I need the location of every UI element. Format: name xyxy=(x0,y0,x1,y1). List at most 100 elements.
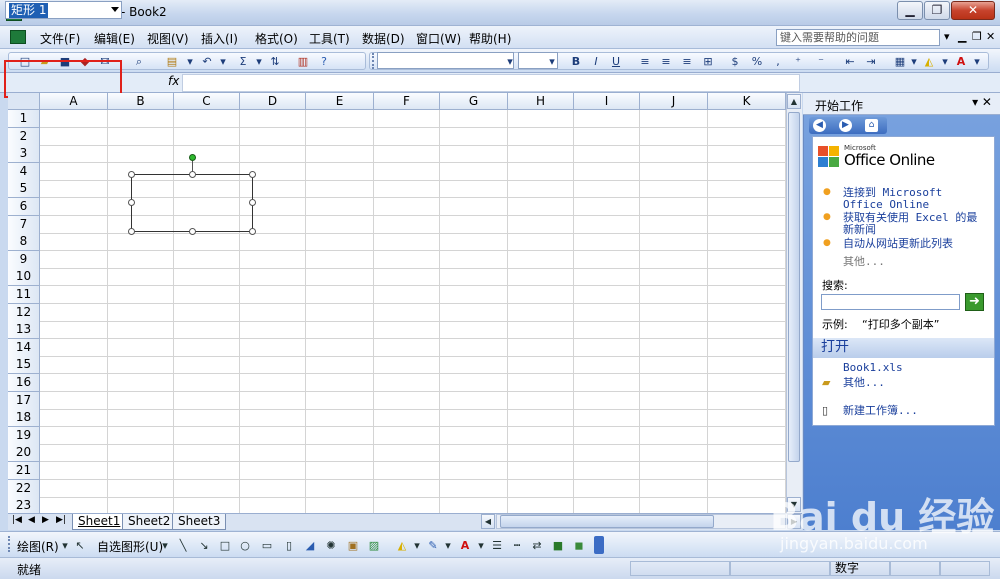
font-color-dropdown-icon[interactable]: ▾ xyxy=(970,55,984,69)
percent-icon[interactable]: % xyxy=(750,55,764,69)
font-name-dropdown-icon[interactable]: ▾ xyxy=(503,55,517,69)
forward-icon[interactable]: ▶ xyxy=(839,119,852,132)
oval-icon[interactable]: ○ xyxy=(238,539,252,552)
row-header[interactable]: 3 xyxy=(8,145,40,164)
3d-style-icon[interactable]: ◼ xyxy=(572,539,586,552)
workbook-icon[interactable] xyxy=(10,30,26,44)
row-header[interactable]: 14 xyxy=(8,338,40,357)
decrease-decimal-icon[interactable]: ⁻ xyxy=(814,55,828,69)
line-style-icon[interactable]: ☰ xyxy=(490,539,504,552)
first-sheet-icon[interactable]: |◀ xyxy=(12,515,22,525)
toolbar-grip[interactable] xyxy=(8,536,12,552)
worksheet-grid[interactable]: A B C D E F G H I J K 1 2 3 4 5 6 7 8 9 10 11 12 13 14 15 16 17 18 19… xyxy=(8,93,786,513)
menu-edit[interactable]: 编辑(E) xyxy=(94,30,135,47)
currency-icon[interactable]: $ xyxy=(728,55,742,69)
back-icon[interactable]: ◀ xyxy=(813,119,826,132)
resize-handle[interactable] xyxy=(189,228,196,235)
tab-sheet2[interactable]: Sheet2 xyxy=(122,514,177,530)
home-icon[interactable]: ⌂ xyxy=(865,119,878,132)
name-box[interactable]: 矩形 1 xyxy=(5,1,122,19)
menu-insert[interactable]: 插入(I) xyxy=(201,30,238,47)
increase-indent-icon[interactable]: ⇥ xyxy=(864,55,878,69)
align-right-icon[interactable]: ≡ xyxy=(680,55,694,69)
column-header[interactable]: H xyxy=(508,93,574,110)
task-pane-menu-icon[interactable]: ▾ ✕ xyxy=(972,95,992,109)
select-all-corner[interactable] xyxy=(8,93,40,110)
column-header[interactable]: D xyxy=(240,93,306,110)
row-header[interactable]: 11 xyxy=(8,286,40,304)
sort-ascending-icon[interactable]: ⇅ xyxy=(268,55,282,69)
column-header[interactable]: C xyxy=(174,93,240,110)
row-header[interactable]: 19 xyxy=(8,426,40,445)
resize-handle[interactable] xyxy=(249,199,256,206)
fill-color-icon[interactable]: ◭ xyxy=(395,539,409,552)
new-workbook-link[interactable]: 新建工作簿... xyxy=(843,405,918,417)
recent-file-link[interactable]: Book1.xls xyxy=(843,362,903,374)
row-header[interactable]: 16 xyxy=(8,374,40,392)
row-header[interactable]: 23 xyxy=(8,497,40,513)
shadow-style-icon[interactable]: ■ xyxy=(551,539,565,552)
diagram-icon[interactable]: ✺ xyxy=(324,539,338,552)
resize-handle[interactable] xyxy=(189,171,196,178)
increase-decimal-icon[interactable]: ⁺ xyxy=(791,55,805,69)
borders-icon[interactable]: ▦ xyxy=(893,55,907,69)
autosum-dropdown-icon[interactable]: ▾ xyxy=(252,55,266,69)
line-color-icon[interactable]: ✎ xyxy=(426,539,440,552)
undo-dropdown-icon[interactable]: ▾ xyxy=(216,55,230,69)
undo-icon[interactable]: ↶ xyxy=(200,55,214,69)
dash-style-icon[interactable]: ┅ xyxy=(510,539,524,552)
arrow-icon[interactable]: ↘ xyxy=(197,539,211,552)
insert-function-icon[interactable]: fx xyxy=(168,74,179,88)
menu-data[interactable]: 数据(D) xyxy=(362,30,405,47)
column-header[interactable]: B xyxy=(108,93,174,110)
arrow-style-icon[interactable]: ⇄ xyxy=(530,539,544,552)
doc-minimize-button[interactable]: ▁ xyxy=(958,30,966,43)
resize-handle[interactable] xyxy=(128,171,135,178)
office-online-logo[interactable]: Microsoft Office Online xyxy=(818,144,935,174)
resize-handle[interactable] xyxy=(249,171,256,178)
menu-tools[interactable]: 工具(T) xyxy=(309,30,350,47)
restore-button[interactable]: ❐ xyxy=(924,1,950,20)
horizontal-scroll-thumb[interactable] xyxy=(500,515,714,528)
search-input[interactable] xyxy=(821,294,960,310)
tab-sheet1[interactable]: Sheet1 xyxy=(72,514,127,530)
font-color-dropdown-icon[interactable]: ▾ xyxy=(474,539,488,552)
column-header[interactable]: F xyxy=(374,93,440,110)
tab-sheet3[interactable]: Sheet3 xyxy=(172,514,227,530)
fill-color-dropdown-icon[interactable]: ▾ xyxy=(938,55,952,69)
line-color-dropdown-icon[interactable]: ▾ xyxy=(441,539,455,552)
wordart-icon[interactable]: ◢ xyxy=(303,539,317,552)
row-header[interactable]: 18 xyxy=(8,409,40,428)
help-search-input[interactable]: 键入需要帮助的问题 xyxy=(776,29,940,46)
help-icon[interactable]: ? xyxy=(317,55,331,69)
decrease-indent-icon[interactable]: ⇤ xyxy=(843,55,857,69)
align-center-icon[interactable]: ≡ xyxy=(659,55,673,69)
last-sheet-icon[interactable]: ▶| xyxy=(56,515,66,525)
open-more-link[interactable]: 其他... xyxy=(843,377,885,389)
draw-menu[interactable]: 绘图(R) xyxy=(17,538,59,555)
menu-format[interactable]: 格式(O) xyxy=(255,30,298,47)
menu-file[interactable]: 文件(F) xyxy=(40,30,80,47)
row-header[interactable]: 17 xyxy=(8,391,40,410)
scroll-left-icon[interactable]: ◀ xyxy=(481,514,495,529)
line-icon[interactable]: ╲ xyxy=(176,539,190,552)
column-header[interactable]: A xyxy=(40,93,108,110)
clipart-icon[interactable]: ▣ xyxy=(346,539,360,552)
resize-handle[interactable] xyxy=(128,199,135,206)
doc-restore-button[interactable]: ❐ xyxy=(972,30,982,43)
picture-icon[interactable]: ▨ xyxy=(367,539,381,552)
resize-handle[interactable] xyxy=(249,228,256,235)
autoshapes-dropdown-icon[interactable]: ▾ xyxy=(158,539,172,552)
row-header[interactable]: 7 xyxy=(8,215,40,234)
menu-window[interactable]: 窗口(W) xyxy=(416,30,461,47)
textbox-icon[interactable]: ▭ xyxy=(260,539,274,552)
close-button[interactable]: ✕ xyxy=(951,1,995,20)
rectangle-shape[interactable] xyxy=(131,174,253,232)
row-header[interactable]: 12 xyxy=(8,303,40,322)
search-go-icon[interactable]: ➜ xyxy=(965,293,984,311)
autosum-icon[interactable]: Σ xyxy=(236,55,250,69)
rectangle-icon[interactable]: □ xyxy=(218,539,232,552)
link-auto-update[interactable]: 自动从网站更新此列表 xyxy=(843,238,988,250)
resize-handle[interactable] xyxy=(128,228,135,235)
draw-dropdown-icon[interactable]: ▾ xyxy=(58,539,72,552)
